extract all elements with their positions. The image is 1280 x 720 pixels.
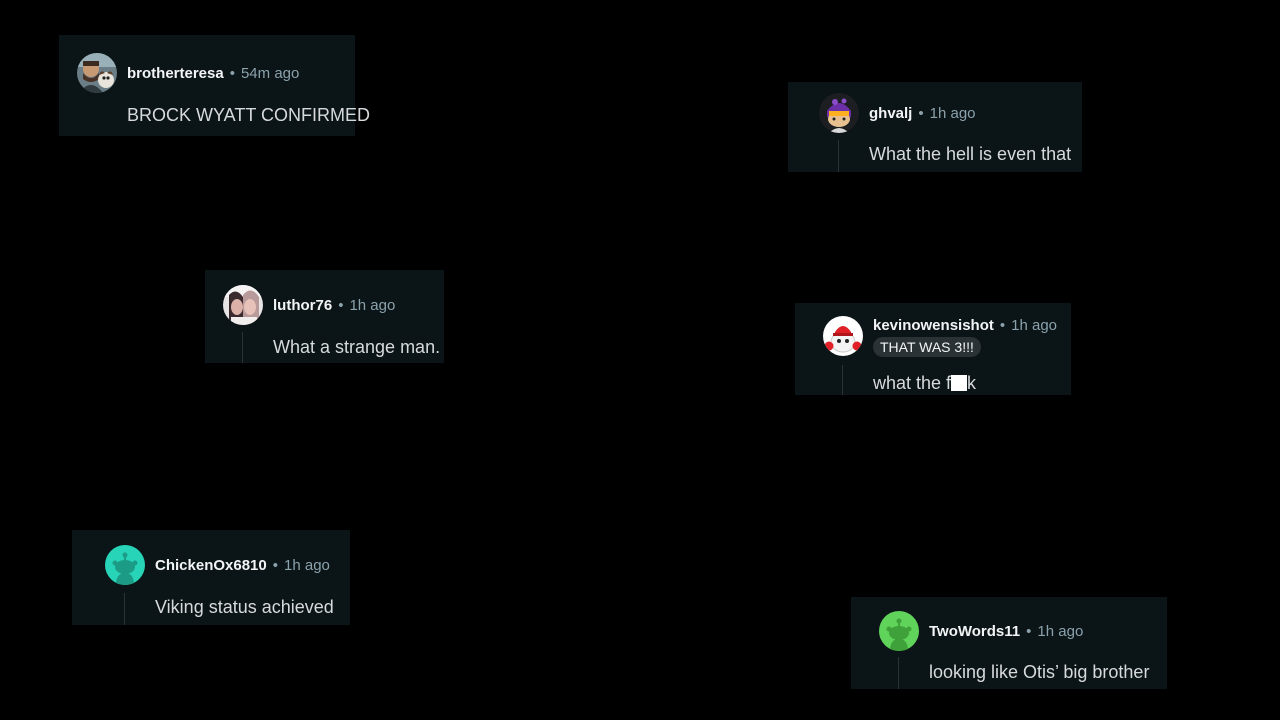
comment-meta: ghvalj • 1h ago bbox=[869, 105, 976, 123]
user-avatar-icon[interactable] bbox=[77, 53, 117, 93]
comment-timestamp[interactable]: 1h ago bbox=[284, 557, 330, 574]
username-link[interactable]: ChickenOx6810 bbox=[155, 557, 267, 574]
meta-separator: • bbox=[272, 557, 278, 574]
comment-body: What the hell is even that bbox=[869, 144, 1072, 164]
comment-timestamp[interactable]: 1h ago bbox=[1037, 623, 1083, 640]
comment-timestamp[interactable]: 54m ago bbox=[241, 65, 299, 82]
meta-separator: • bbox=[999, 317, 1006, 334]
comment-body: Viking status achieved bbox=[155, 597, 334, 617]
thread-line[interactable] bbox=[124, 593, 125, 625]
thread-line[interactable] bbox=[242, 332, 243, 363]
meta-separator: • bbox=[229, 65, 235, 82]
thread-line[interactable] bbox=[838, 140, 839, 172]
comment-meta: ChickenOx6810 • 1h ago bbox=[155, 557, 330, 575]
user-avatar-icon[interactable] bbox=[223, 285, 263, 325]
comment-meta: kevinowensishot • 1h ago bbox=[873, 317, 1057, 335]
comment-card-twowords11: TwoWords11 • 1h ago looking like Otis’ big… bbox=[851, 597, 1167, 689]
comment-body: What a strange man. bbox=[273, 337, 441, 357]
meta-separator: • bbox=[338, 297, 344, 314]
user-avatar-icon[interactable] bbox=[879, 611, 919, 651]
username-link[interactable]: TwoWords11 bbox=[929, 623, 1020, 640]
comment-card-kevinowensishot: kevinowensishot • 1h ago THAT WAS 3!!! wha… bbox=[795, 303, 1071, 395]
username-link[interactable]: kevinowensishot bbox=[873, 317, 994, 334]
comment-card-ghvalj: ghvalj • 1h ago What the hell is even that bbox=[788, 82, 1082, 172]
thread-line[interactable] bbox=[842, 365, 843, 395]
comment-timestamp[interactable]: 1h ago bbox=[1011, 317, 1057, 334]
comment-card-brotherteresa: brotherteresa • 54m ago BROCK WYATT CONFIR… bbox=[59, 35, 370, 136]
comment-meta: luthor76 • 1h ago bbox=[273, 297, 395, 315]
meta-separator: • bbox=[1026, 623, 1032, 640]
thread-line[interactable] bbox=[898, 657, 899, 689]
comment-timestamp[interactable]: 1h ago bbox=[349, 297, 395, 314]
meta-separator: • bbox=[918, 105, 924, 122]
comment-card-chickenox6810: ChickenOx6810 • 1h ago Viking status achie… bbox=[72, 530, 350, 625]
username-link[interactable]: ghvalj bbox=[869, 105, 912, 122]
comment-card-luthor76: luthor76 • 1h ago What a strange man. bbox=[205, 270, 444, 363]
comment-meta: brotherteresa • 54m ago bbox=[127, 65, 299, 83]
user-avatar-icon[interactable] bbox=[823, 316, 863, 356]
comment-body-text-end: k bbox=[967, 373, 977, 393]
censor-block-icon bbox=[951, 375, 968, 391]
user-avatar-icon[interactable] bbox=[819, 93, 859, 133]
user-flair: THAT WAS 3!!! bbox=[873, 337, 981, 357]
comment-body: what the f k bbox=[873, 372, 976, 394]
username-link[interactable]: luthor76 bbox=[273, 297, 332, 314]
user-avatar-icon[interactable] bbox=[105, 545, 145, 585]
comment-timestamp[interactable]: 1h ago bbox=[930, 105, 976, 122]
comment-body: looking like Otis’ big brother bbox=[929, 662, 1150, 682]
comment-body-text-start: what the f bbox=[873, 373, 952, 393]
username-link[interactable]: brotherteresa bbox=[127, 65, 224, 82]
comment-meta: TwoWords11 • 1h ago bbox=[929, 623, 1083, 641]
comment-body: BROCK WYATT CONFIRMED bbox=[127, 105, 370, 125]
